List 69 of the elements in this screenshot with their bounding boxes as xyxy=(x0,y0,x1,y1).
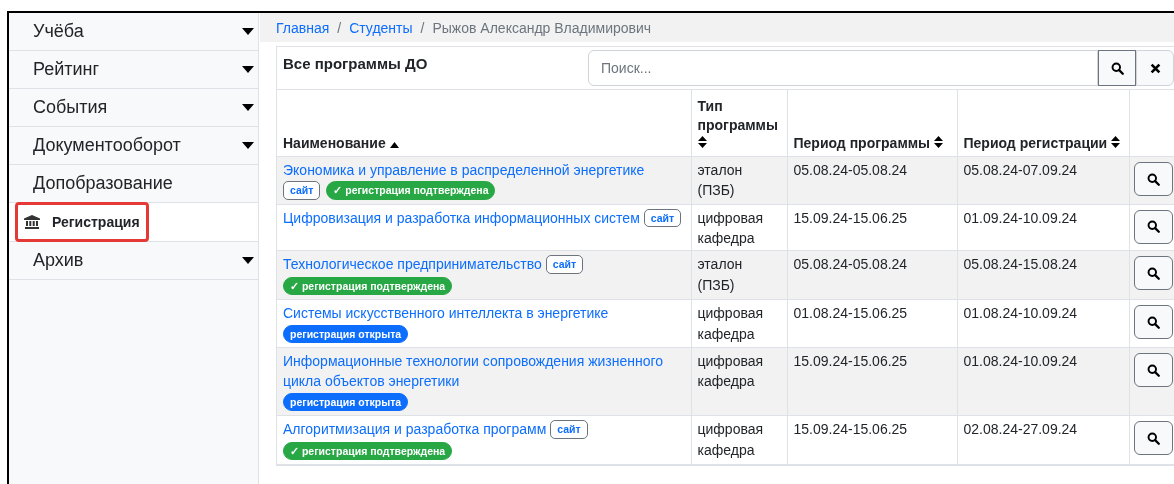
table-cell: эталон (ПЗБ) xyxy=(697,256,743,293)
site-link[interactable]: сайт xyxy=(550,420,588,439)
breadcrumb-link[interactable]: Студенты xyxy=(349,19,413,36)
table-cell: 01.08.24-15.06.25 xyxy=(793,305,908,322)
table-cell: 01.08.24-10.09.24 xyxy=(963,353,1078,370)
bank-icon xyxy=(24,215,40,229)
search-icon xyxy=(1146,266,1160,280)
caret-icon xyxy=(242,257,254,264)
table-cell: 05.08.24-07.09.24 xyxy=(963,162,1078,178)
search-field[interactable]: Поиск... xyxy=(588,50,1098,86)
status-badge: регистрация открыта xyxy=(283,324,409,344)
table-cell: 01.08.24-10.09.24 xyxy=(963,305,1078,322)
site-link[interactable]: сайт xyxy=(283,181,321,200)
view-button[interactable] xyxy=(1133,162,1173,196)
table-cell: 01.09.24-10.09.24 xyxy=(963,209,1078,226)
view-button[interactable] xyxy=(1133,256,1173,291)
status-badge: ✓ регистрация подтверждена xyxy=(326,181,496,200)
breadcrumb-separator: / xyxy=(420,19,425,36)
caret-icon xyxy=(242,142,254,149)
view-button[interactable] xyxy=(1133,209,1173,244)
table-cell: 05.08.24-15.08.24 xyxy=(963,256,1078,273)
search-icon xyxy=(1146,220,1160,234)
caret-icon xyxy=(242,28,254,35)
search-icon xyxy=(1146,363,1160,377)
program-link[interactable]: Цифровизация и разработка информационных систем xyxy=(283,207,640,229)
table-cell: 15.09.24-15.06.25 xyxy=(793,421,908,438)
view-button[interactable] xyxy=(1133,421,1173,456)
search-icon xyxy=(1146,431,1160,445)
table-cell: 02.08.24-27.09.24 xyxy=(963,421,1078,438)
breadcrumb-link[interactable]: Главная xyxy=(276,19,330,36)
breadcrumb-current: Рыжов Александр Владимирович xyxy=(432,19,652,36)
sidebar-item[interactable]: События xyxy=(9,89,258,127)
caret-icon xyxy=(242,66,254,73)
program-link[interactable]: Алгоритмизация и разработка программ xyxy=(283,419,547,440)
search-icon xyxy=(1146,172,1160,186)
program-link[interactable]: Системы искусственного интеллекта в энергетике xyxy=(283,303,609,324)
program-link[interactable]: Экономика и управление в распределенной энергетике xyxy=(283,160,645,181)
breadcrumb-separator: / xyxy=(337,19,342,36)
search-icon xyxy=(1110,61,1124,75)
sidebar-subitem[interactable]: Регистрация xyxy=(9,203,258,242)
status-badge: ✓ регистрация подтверждена xyxy=(283,276,453,296)
caret-icon xyxy=(242,104,254,111)
search-icon xyxy=(1146,315,1160,329)
clear-button[interactable] xyxy=(1136,50,1174,86)
status-badge: регистрация открыта xyxy=(283,392,409,412)
program-link[interactable]: Информационные технологии сопровождения жизненного цикла объектов энергетики xyxy=(283,351,681,392)
site-link[interactable]: сайт xyxy=(643,208,682,228)
sidebar-item[interactable]: Рейтинг xyxy=(9,51,258,89)
table-cell: 15.09.24-15.06.25 xyxy=(793,209,908,226)
table-cell: 15.09.24-15.06.25 xyxy=(793,353,908,370)
view-button[interactable] xyxy=(1133,305,1173,340)
table-cell: цифровая кафедра xyxy=(697,421,764,458)
sidebar-item[interactable]: Архив xyxy=(9,242,258,280)
table-cell: цифровая кафедра xyxy=(697,353,764,390)
table-cell: 05.08.24-05.08.24 xyxy=(793,162,908,178)
search-button[interactable] xyxy=(1098,50,1136,86)
sidebar-item[interactable]: Документооборот xyxy=(9,127,258,165)
table-cell: цифровая кафедра xyxy=(697,305,764,342)
program-link[interactable]: Технологическое предпринимательство xyxy=(283,254,542,275)
site-link[interactable]: сайт xyxy=(545,255,584,274)
column-header[interactable]: Наименование xyxy=(283,133,386,152)
table-cell: эталон (ПЗБ) xyxy=(697,162,743,199)
table-cell: 05.08.24-05.08.24 xyxy=(793,256,908,273)
view-button[interactable] xyxy=(1133,353,1173,388)
card-title: Все программы ДО xyxy=(283,55,429,72)
status-badge: ✓ регистрация подтверждена xyxy=(283,441,453,461)
close-icon xyxy=(1149,62,1161,74)
table-cell: цифровая кафедра xyxy=(697,209,764,247)
sidebar-item[interactable]: Учёба xyxy=(9,13,258,51)
